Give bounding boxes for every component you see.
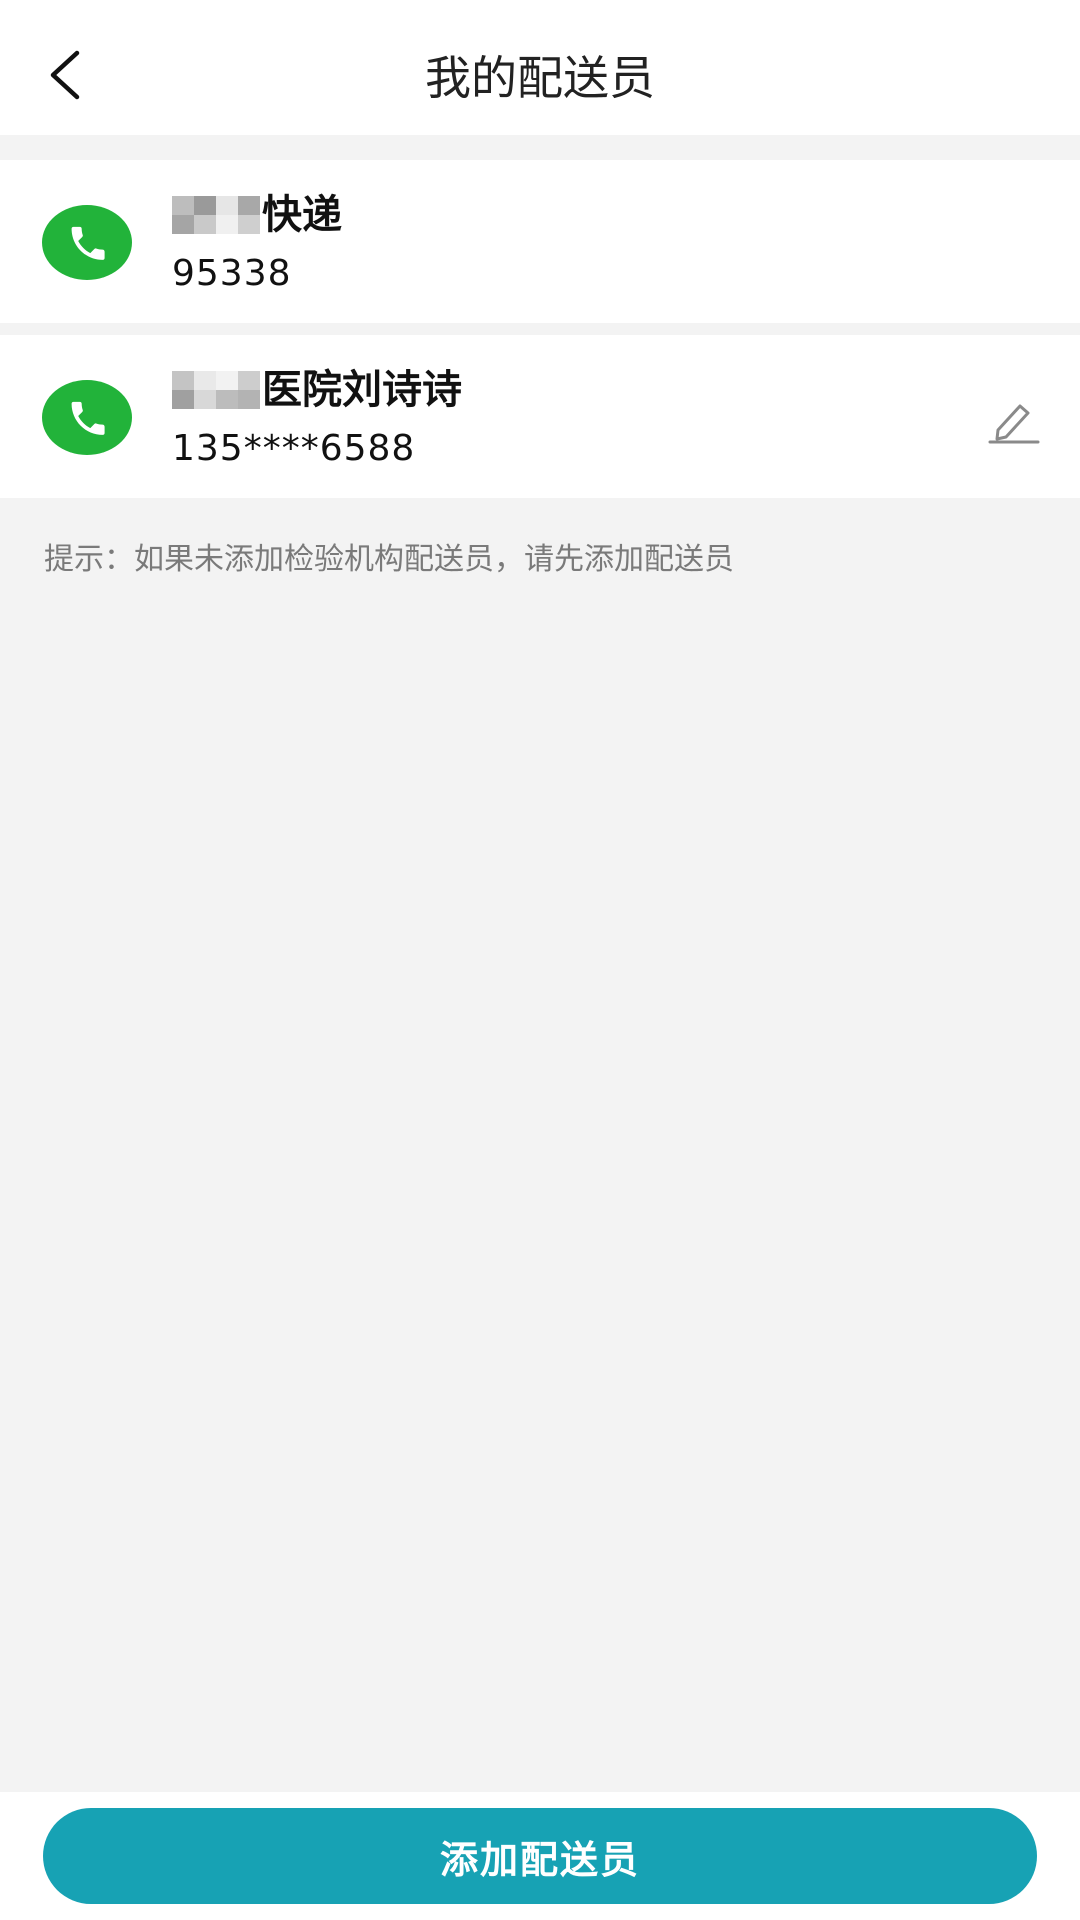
redacted-mosaic xyxy=(172,196,260,234)
add-courier-button[interactable]: 添加配送员 xyxy=(43,1808,1037,1904)
redacted-mosaic xyxy=(172,371,260,409)
courier-phone: 95338 xyxy=(172,253,292,294)
page-title: 我的配送员 xyxy=(425,51,655,105)
courier-list: 快递 95338 医院刘诗诗 135****6588 xyxy=(0,160,1080,498)
courier-name: 医院刘诗诗 xyxy=(172,365,462,415)
courier-item: 快递 95338 xyxy=(0,160,1080,323)
bottom-bar: 添加配送员 xyxy=(0,1792,1080,1920)
hint-text: 提示：如果未添加检验机构配送员，请先添加配送员 xyxy=(44,542,734,577)
courier-name-text: 医院刘诗诗 xyxy=(262,367,462,413)
call-button[interactable] xyxy=(42,380,132,455)
courier-item: 医院刘诗诗 135****6588 xyxy=(0,335,1080,498)
call-button[interactable] xyxy=(42,205,132,280)
courier-phone: 135****6588 xyxy=(172,428,416,469)
courier-name-text: 快递 xyxy=(262,192,342,238)
edit-courier-button[interactable] xyxy=(984,390,1044,450)
app-header: 我的配送员 xyxy=(0,0,1080,135)
pencil-icon xyxy=(988,404,1040,444)
courier-name: 快递 xyxy=(172,190,342,240)
phone-icon xyxy=(71,226,105,260)
phone-icon xyxy=(71,401,105,435)
